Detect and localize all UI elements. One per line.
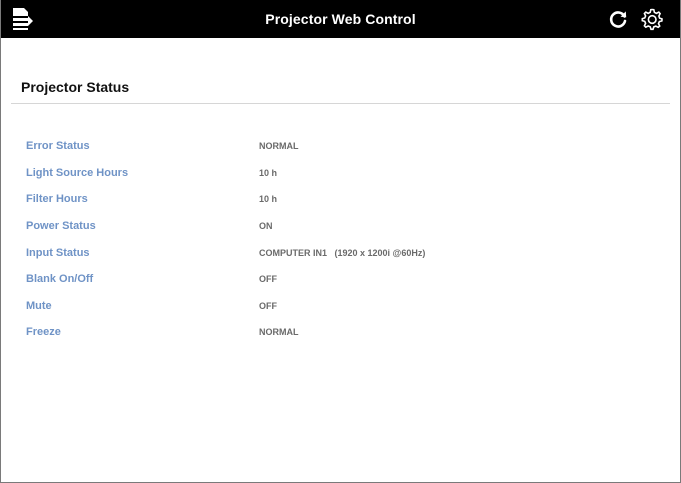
- status-value: 10 h: [259, 168, 278, 178]
- status-row-freeze: Freeze NORMAL: [1, 324, 680, 344]
- status-label: Filter Hours: [26, 193, 88, 205]
- status-row-light-source-hours: Light Source Hours 10 h: [1, 165, 680, 185]
- section-divider: [11, 103, 670, 104]
- status-label: Error Status: [26, 140, 90, 152]
- status-value: OFF: [259, 301, 277, 311]
- status-value: 10 h: [259, 194, 278, 204]
- status-row-filter-hours: Filter Hours 10 h: [1, 191, 680, 211]
- status-value: COMPUTER IN1 (1920 x 1200i @60Hz): [259, 248, 426, 258]
- status-value: NORMAL: [259, 141, 299, 151]
- status-row-power-status: Power Status ON: [1, 218, 680, 238]
- top-bar: Projector Web Control: [1, 0, 680, 38]
- status-row-error-status: Error Status NORMAL: [1, 138, 680, 158]
- status-label: Light Source Hours: [26, 167, 129, 179]
- status-value: NORMAL: [259, 327, 299, 337]
- status-value: OFF: [259, 274, 277, 284]
- status-value: ON: [259, 221, 273, 231]
- status-label: Mute: [26, 300, 52, 312]
- status-label: Freeze: [26, 326, 61, 338]
- app-window: Projector Web Control Projector Status E…: [0, 0, 681, 483]
- status-row-input-status: Input Status COMPUTER IN1 (1920 x 1200i …: [1, 245, 680, 265]
- app-title: Projector Web Control: [265, 11, 416, 27]
- status-label: Input Status: [26, 247, 90, 259]
- status-row-blank-on-off: Blank On/Off OFF: [1, 271, 680, 291]
- status-row-mute: Mute OFF: [1, 298, 680, 318]
- refresh-icon[interactable]: [607, 8, 629, 30]
- status-label: Blank On/Off: [26, 273, 94, 285]
- gear-icon[interactable]: [640, 7, 664, 31]
- page-title: Projector Status: [21, 79, 130, 95]
- status-label: Power Status: [26, 220, 96, 232]
